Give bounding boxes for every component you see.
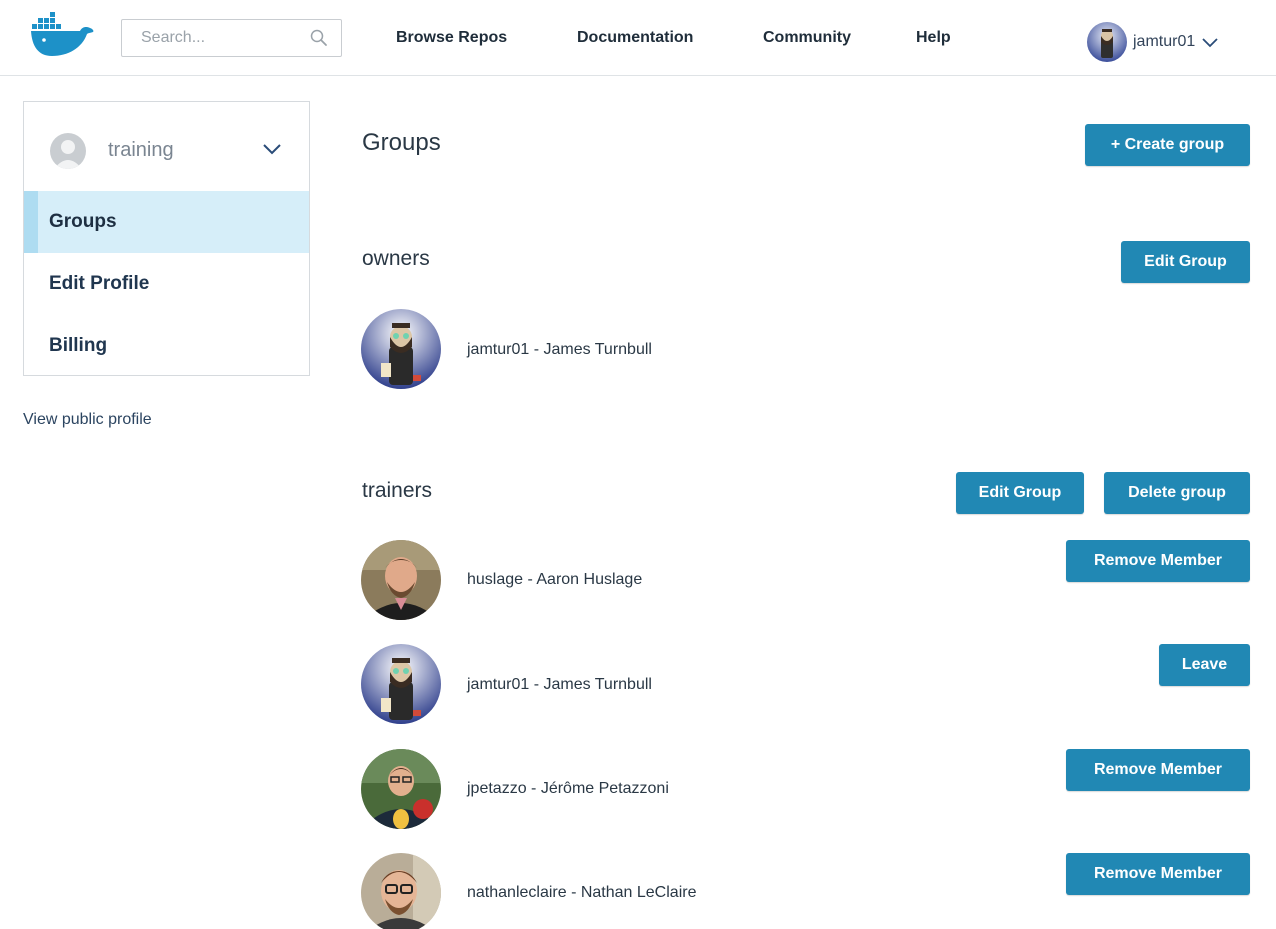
docker-logo-icon[interactable] <box>30 10 96 60</box>
member-avatar <box>361 540 441 620</box>
search-box[interactable] <box>121 19 342 57</box>
sidebar-item-label: Billing <box>49 335 108 356</box>
top-navbar: Browse Repos Documentation Community Hel… <box>0 0 1276 76</box>
sidebar-item-label: Edit Profile <box>49 273 150 294</box>
member-name: nathanleclaire - Nathan LeClaire <box>467 884 697 901</box>
delete-group-button[interactable]: Delete group <box>1104 472 1250 514</box>
nav-help[interactable]: Help <box>916 29 951 47</box>
user-avatar <box>1087 22 1127 62</box>
org-avatar <box>50 133 86 169</box>
leave-button[interactable]: Leave <box>1159 644 1250 686</box>
page-title: Groups <box>362 129 441 156</box>
chevron-down-icon <box>1202 38 1218 48</box>
group-name-trainers: trainers <box>362 479 433 502</box>
org-switcher[interactable]: training <box>24 102 309 191</box>
user-menu[interactable]: jamtur01 <box>1087 22 1219 62</box>
search-input[interactable] <box>122 20 302 56</box>
member-avatar <box>361 644 441 724</box>
nav-browse-repos[interactable]: Browse Repos <box>396 29 507 47</box>
username-label: jamtur01 <box>1133 33 1196 50</box>
edit-group-button[interactable]: Edit Group <box>956 472 1084 514</box>
search-icon[interactable] <box>310 29 328 47</box>
edit-group-button[interactable]: Edit Group <box>1121 241 1250 283</box>
member-name: jamtur01 - James Turnbull <box>467 341 652 358</box>
nav-community[interactable]: Community <box>763 29 851 47</box>
remove-member-button[interactable]: Remove Member <box>1066 853 1250 895</box>
member-name: huslage - Aaron Huslage <box>467 571 643 588</box>
member-avatar <box>361 853 441 929</box>
sidebar-item-groups[interactable]: Groups <box>24 191 309 253</box>
sidebar: training Groups Edit Profile Billing <box>23 101 310 376</box>
member-avatar <box>361 749 441 829</box>
member-name: jpetazzo - Jérôme Petazzoni <box>467 780 669 797</box>
group-name-owners: owners <box>362 247 430 270</box>
view-public-profile-link[interactable]: View public profile <box>23 411 152 429</box>
sidebar-item-billing[interactable]: Billing <box>24 315 309 377</box>
member-name: jamtur01 - James Turnbull <box>467 676 652 693</box>
remove-member-button[interactable]: Remove Member <box>1066 540 1250 582</box>
sidebar-item-label: Groups <box>49 211 117 232</box>
remove-member-button[interactable]: Remove Member <box>1066 749 1250 791</box>
member-avatar <box>361 309 441 389</box>
nav-documentation[interactable]: Documentation <box>577 29 693 47</box>
org-name: training <box>108 139 174 161</box>
chevron-down-icon[interactable] <box>262 143 282 155</box>
create-group-button[interactable]: + Create group <box>1085 124 1250 166</box>
sidebar-item-edit-profile[interactable]: Edit Profile <box>24 253 309 315</box>
